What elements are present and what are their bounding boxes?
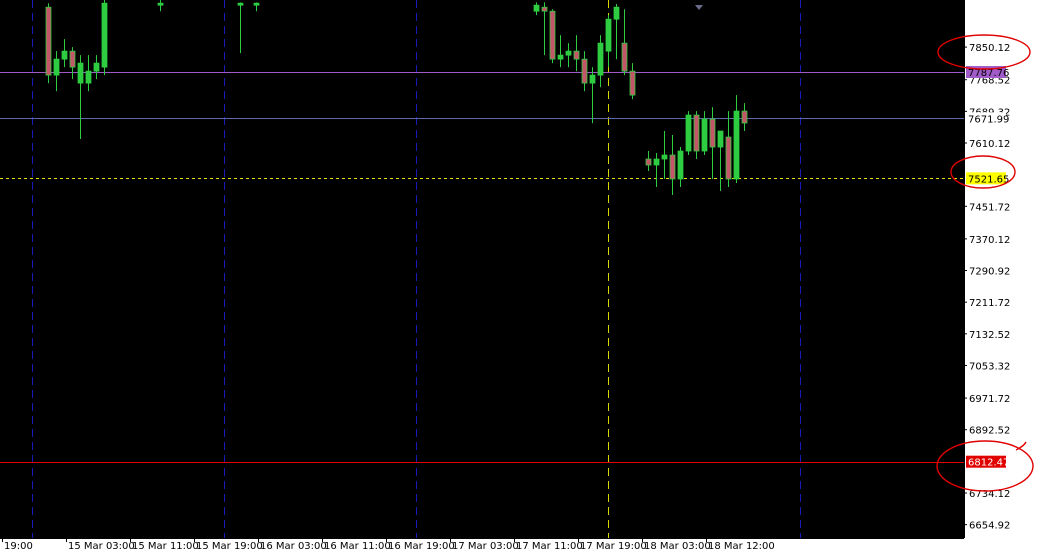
candle-body[interactable] — [557, 54, 564, 60]
candle-body[interactable] — [605, 18, 612, 52]
candle-body[interactable] — [541, 6, 548, 12]
chart-window: 7850.127768.527689.327610.127451.727370.… — [0, 0, 1046, 560]
candle-body[interactable] — [741, 110, 748, 124]
plot-area[interactable] — [0, 0, 964, 538]
time-tick-label: 15 Mar 19:00 — [196, 541, 263, 552]
candle-body[interactable] — [677, 150, 684, 180]
price-tick-label: 6971.72 — [969, 394, 1010, 405]
candle-body[interactable] — [581, 58, 588, 84]
candle-body[interactable] — [93, 62, 100, 72]
candle-body[interactable] — [701, 118, 708, 152]
candle-body[interactable] — [629, 70, 636, 96]
price-tick-label: 7451.72 — [969, 202, 1010, 213]
price-line-label: 7787.76 — [968, 68, 1009, 79]
price-line-label: 7671.99 — [968, 114, 1009, 125]
candle-body[interactable] — [45, 6, 52, 76]
candle-body[interactable] — [693, 114, 700, 152]
candle-body[interactable] — [709, 118, 716, 148]
time-tick-label: 17 Mar 03:00 — [452, 541, 519, 552]
price-tick-label: 6892.52 — [969, 426, 1010, 437]
candle-body[interactable] — [77, 62, 84, 84]
price-tick-label: 7370.12 — [969, 235, 1010, 246]
price-tick-label: 7132.52 — [969, 330, 1010, 341]
candle-body[interactable] — [549, 10, 556, 60]
price-line-label: 6812.47 — [968, 458, 1009, 469]
candle-body[interactable] — [573, 50, 580, 60]
candle-body[interactable] — [733, 110, 740, 180]
candle-body[interactable] — [237, 2, 244, 6]
candle-body[interactable] — [69, 50, 76, 68]
time-tick-label: 15 Mar 11:00 — [132, 541, 199, 552]
candle-body[interactable] — [621, 42, 628, 72]
candle-body[interactable] — [717, 130, 724, 148]
candle-body[interactable] — [597, 42, 604, 76]
price-tick-label: 7290.92 — [969, 267, 1010, 278]
candle-body[interactable] — [253, 2, 260, 6]
candle-body[interactable] — [61, 50, 68, 60]
price-tick-label: 7053.32 — [969, 361, 1010, 372]
candle-body[interactable] — [85, 70, 92, 84]
candle-body[interactable] — [101, 2, 108, 68]
time-tick-label: 16 Mar 19:00 — [388, 541, 455, 552]
candle-body[interactable] — [685, 114, 692, 152]
time-tick-label: 15 Mar 03:00 — [68, 541, 135, 552]
price-chart[interactable]: 7850.127768.527689.327610.127451.727370.… — [0, 0, 1046, 560]
candle-body[interactable] — [157, 2, 164, 6]
candle-body[interactable] — [725, 136, 732, 180]
candle-body[interactable] — [669, 154, 676, 180]
candle-body[interactable] — [533, 4, 540, 12]
time-tick-label: 18 Mar 12:00 — [708, 541, 775, 552]
price-tick-label: 7211.72 — [969, 298, 1010, 309]
candle-body[interactable] — [645, 158, 652, 166]
candle-body[interactable] — [653, 158, 660, 166]
candle-body[interactable] — [53, 58, 60, 76]
price-tick-label: 7850.12 — [969, 43, 1010, 54]
time-tick-label: 17 Mar 11:00 — [516, 541, 583, 552]
price-tick-label: 7610.12 — [969, 139, 1010, 150]
price-tick-label: 6654.92 — [969, 521, 1010, 532]
time-tick-label: 19:00 — [4, 541, 33, 552]
candle-body[interactable] — [661, 154, 668, 160]
time-tick-label: 16 Mar 11:00 — [324, 541, 391, 552]
candle-body[interactable] — [613, 6, 620, 20]
time-tick-label: 17 Mar 19:00 — [580, 541, 647, 552]
time-tick-label: 16 Mar 03:00 — [260, 541, 327, 552]
candle-body[interactable] — [589, 74, 596, 84]
candle-body[interactable] — [565, 50, 572, 56]
time-tick-label: 18 Mar 03:00 — [644, 541, 711, 552]
